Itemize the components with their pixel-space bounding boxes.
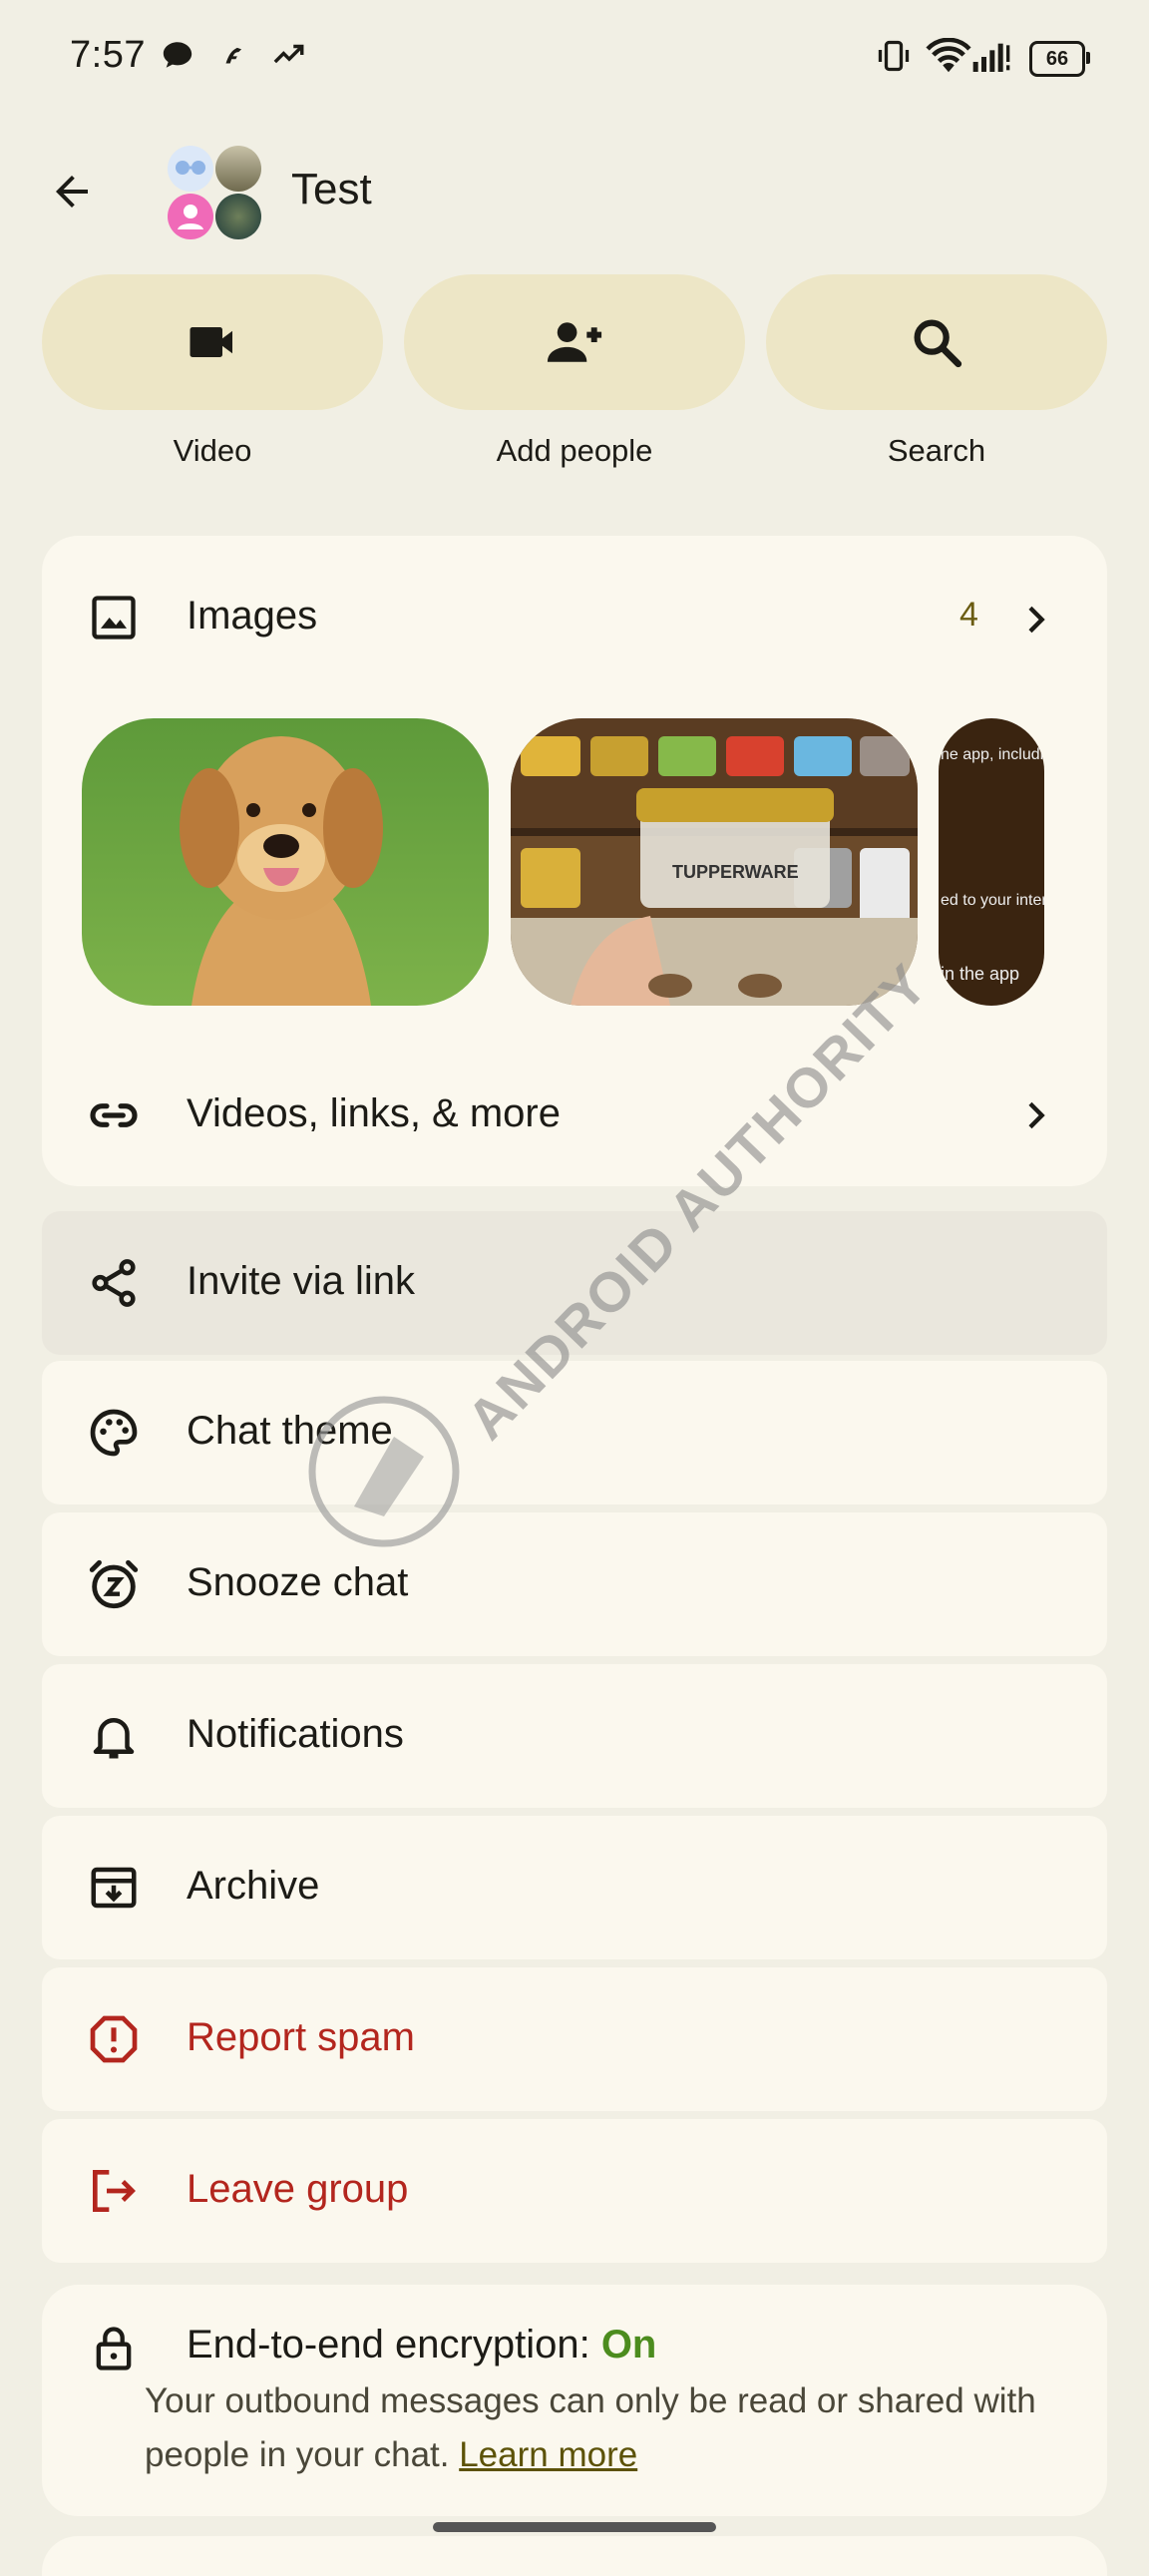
encryption-status: On <box>600 2323 657 2366</box>
add-people-button[interactable] <box>404 274 745 410</box>
learn-more-link[interactable]: Learn more <box>459 2435 637 2474</box>
app-f-icon <box>225 47 242 64</box>
snooze-label: Snooze chat <box>187 1560 409 1604</box>
leave-group-label: Leave group <box>187 2167 409 2211</box>
report-icon <box>84 2009 144 2069</box>
avatar-glasses <box>168 146 213 192</box>
lock-icon <box>84 2319 144 2378</box>
link-icon <box>84 1085 144 1145</box>
add-people-label: Add people <box>496 433 653 468</box>
leave-group-row[interactable]: Leave group <box>42 2119 1107 2263</box>
next-card-edge <box>42 2536 1107 2576</box>
search-label: Search <box>887 433 986 468</box>
status-bar: 7:57 66 <box>0 0 1149 115</box>
group-avatar[interactable] <box>168 146 263 241</box>
snooze-icon <box>84 1554 144 1614</box>
wifi-icon <box>926 38 971 73</box>
archive-row[interactable]: Archive <box>42 1816 1107 1959</box>
logout-icon <box>84 2161 144 2221</box>
thumbnail-dog[interactable] <box>82 718 489 1006</box>
trending-icon <box>273 44 304 64</box>
encryption-description: Your outbound messages can only be read … <box>145 2381 1036 2474</box>
share-icon <box>84 1253 144 1313</box>
report-spam-label: Report spam <box>187 2015 415 2059</box>
encryption-title: End-to-end encryption: On <box>187 2323 657 2366</box>
conversation-title: Test <box>291 165 372 214</box>
gesture-handle[interactable] <box>433 2522 716 2532</box>
invite-label: Invite via link <box>187 1259 415 1303</box>
thumbnail-screenshot[interactable]: he app, including ed to your interest in… <box>939 718 1044 1006</box>
chat-theme-row[interactable]: Chat theme <box>42 1361 1107 1504</box>
bell-icon <box>84 1706 144 1766</box>
archive-label: Archive <box>187 1864 320 1908</box>
watermark-logo-icon <box>308 1396 460 1547</box>
avatar-photo-1 <box>215 146 261 192</box>
video-label: Video <box>173 433 252 468</box>
thumbnail-tupperware[interactable]: TUPPERWARE <box>511 718 918 1006</box>
archive-icon <box>84 1858 144 1918</box>
videos-links-row[interactable]: Videos, links, & more <box>42 1058 1107 1173</box>
videos-links-label: Videos, links, & more <box>187 1091 561 1135</box>
status-time: 7:57 <box>70 34 146 76</box>
report-spam-row[interactable]: Report spam <box>42 1967 1107 2111</box>
arrow-back-icon <box>56 176 88 208</box>
search-icon <box>914 319 962 368</box>
palette-icon <box>84 1403 144 1463</box>
snooze-chat-row[interactable]: Snooze chat <box>42 1512 1107 1656</box>
video-icon <box>190 327 232 357</box>
tupperware-text: TUPPERWARE <box>672 862 799 882</box>
chevron-right-icon <box>1028 1101 1045 1129</box>
notifications-label: Notifications <box>187 1712 404 1756</box>
battery-indicator: 66 <box>1029 41 1090 77</box>
back-button[interactable] <box>40 160 104 223</box>
notifications-row[interactable]: Notifications <box>42 1664 1107 1808</box>
add-person-icon <box>547 322 602 362</box>
avatar-person <box>168 194 213 239</box>
images-row[interactable] <box>42 536 1107 735</box>
signal-icon <box>972 43 1010 72</box>
vibrate-icon <box>878 40 910 72</box>
chat-bubble-icon <box>163 42 192 68</box>
avatar-photo-2 <box>215 194 261 239</box>
video-call-button[interactable] <box>42 274 383 410</box>
search-button[interactable] <box>766 274 1107 410</box>
